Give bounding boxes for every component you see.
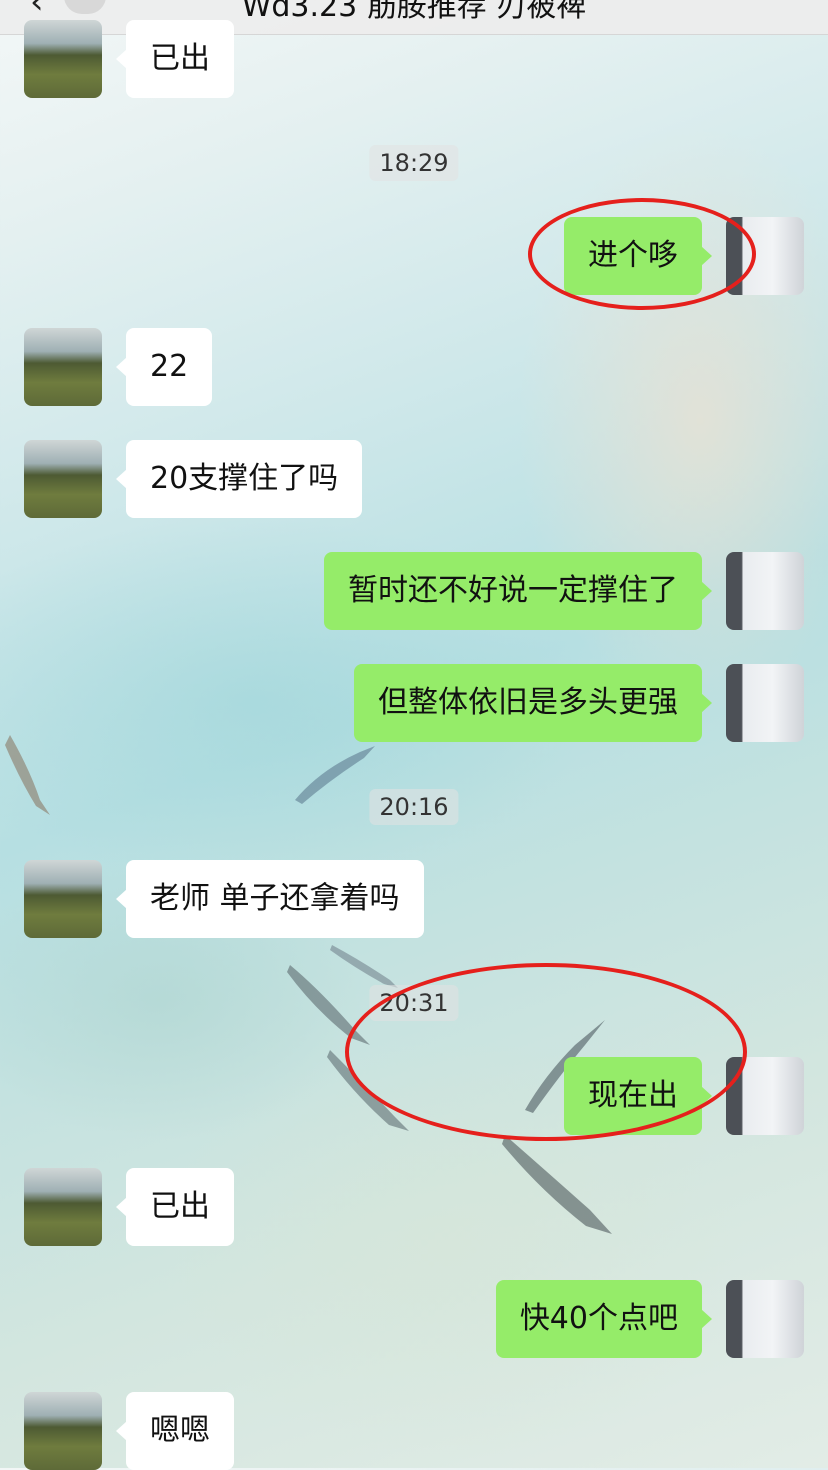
fish-decoration [502,1135,612,1234]
contact-avatar[interactable] [24,440,102,518]
contact-avatar[interactable] [24,1168,102,1246]
message-bubble-outgoing[interactable]: 进个哆 [564,217,712,295]
contact-avatar[interactable] [24,1392,102,1470]
message-bubble-incoming[interactable]: 已出 [116,20,234,98]
message-bubble-incoming[interactable]: 20支撑住了吗 [115,440,363,518]
timestamp: 20:31 [369,985,459,1021]
fish-decoration [330,945,398,988]
self-avatar[interactable] [726,1280,804,1358]
message-bubble-incoming[interactable]: 嗯嗯 [116,1392,234,1470]
fish-decoration [327,1050,409,1131]
fish-decoration [5,735,50,815]
self-avatar[interactable] [726,217,804,295]
self-avatar[interactable] [726,1057,804,1135]
message-bubble-outgoing[interactable]: 暂时还不好说一定撑住了 [324,552,712,630]
contact-avatar[interactable] [24,860,102,938]
message-bubble-outgoing[interactable]: 快40个点吧 [495,1280,713,1358]
contact-avatar[interactable] [24,20,102,98]
timestamp: 18:29 [369,145,459,181]
self-avatar[interactable] [726,664,804,742]
contact-avatar[interactable] [24,328,102,406]
fish-decoration [287,965,370,1045]
message-bubble-outgoing[interactable]: 但整体依旧是多头更强 [354,664,712,742]
self-avatar[interactable] [726,552,804,630]
chat-title: Wd3.23 筋胺推荐 刃被裨 [241,0,587,24]
timestamp: 20:16 [369,789,459,825]
chat-header: ‹ Wd3.23 筋胺推荐 刃被裨 [0,0,828,35]
message-bubble-incoming[interactable]: 老师 单子还拿着吗 [116,860,424,938]
fish-decoration [295,746,375,804]
message-bubble-incoming[interactable]: 已出 [116,1168,234,1246]
message-bubble-incoming[interactable]: 22 [115,328,213,406]
message-bubble-outgoing[interactable]: 现在出 [564,1057,712,1135]
